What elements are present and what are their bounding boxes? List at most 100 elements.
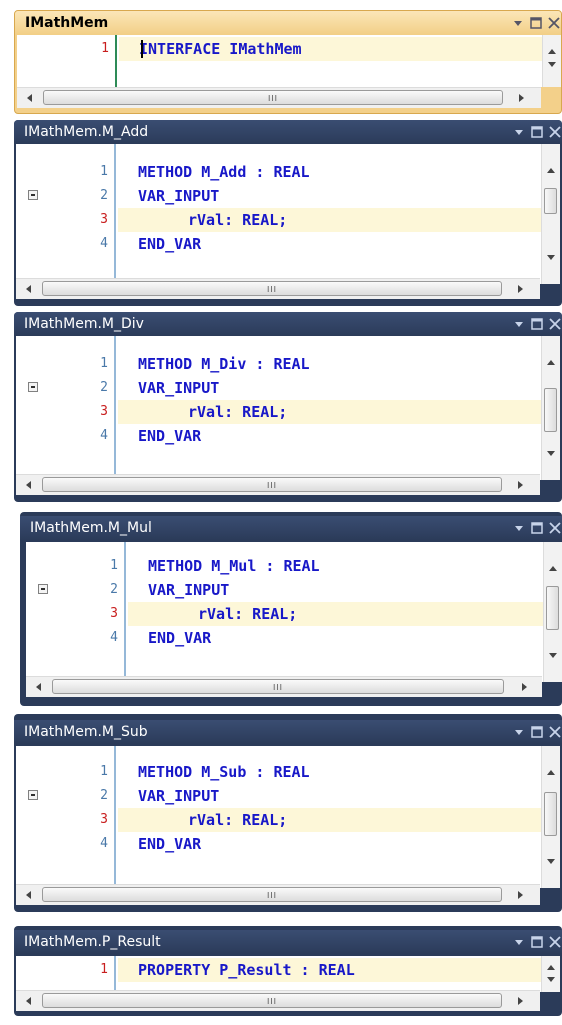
horizontal-scroll-thumb[interactable]: III bbox=[52, 679, 504, 694]
editor-panel-m-mul[interactable]: IMathMem.M_Mul 1 METHOD M_Mul : REAL 2 V… bbox=[20, 512, 562, 706]
code-line[interactable]: 4 END_VAR bbox=[16, 232, 560, 256]
horizontal-scroll-thumb[interactable]: III bbox=[42, 887, 502, 902]
scroll-down-icon[interactable] bbox=[542, 444, 560, 462]
code-text[interactable]: METHOD M_Add : REAL bbox=[118, 160, 560, 184]
code-line[interactable]: 3 rVal: REAL; bbox=[26, 602, 562, 626]
code-text[interactable]: PROPERTY P_Result : REAL bbox=[118, 958, 560, 982]
scroll-right-icon[interactable] bbox=[512, 885, 530, 905]
code-text[interactable]: rVal: REAL; bbox=[128, 602, 562, 626]
code-editor[interactable]: 1 METHOD M_Mul : REAL 2 VAR_INPUT 3 rVal… bbox=[26, 542, 562, 682]
scroll-down-icon[interactable] bbox=[544, 646, 562, 664]
code-text[interactable]: METHOD M_Sub : REAL bbox=[118, 760, 560, 784]
code-editor[interactable]: 1 METHOD M_Sub : REAL 2 VAR_INPUT 3 rVal… bbox=[16, 746, 560, 888]
code-editor[interactable]: 1 METHOD M_Div : REAL 2 VAR_INPUT 3 rVal… bbox=[16, 336, 560, 480]
code-text[interactable]: END_VAR bbox=[118, 832, 560, 856]
code-line[interactable]: 1 INTERFACE IMathMem bbox=[17, 37, 561, 61]
editor-panel-m-sub[interactable]: IMathMem.M_Sub 1 METHOD M_Sub : REAL 2 V… bbox=[14, 714, 562, 912]
panel-titlebar[interactable]: IMathMem.M_Add bbox=[14, 120, 562, 144]
code-text[interactable]: VAR_INPUT bbox=[118, 376, 560, 400]
dropdown-arrow-icon[interactable] bbox=[512, 724, 526, 740]
maximize-icon[interactable] bbox=[530, 316, 544, 332]
code-line[interactable]: 1 PROPERTY P_Result : REAL bbox=[16, 958, 560, 982]
scroll-left-icon[interactable] bbox=[30, 677, 48, 697]
maximize-icon[interactable] bbox=[530, 124, 544, 140]
code-line[interactable]: 4 END_VAR bbox=[26, 626, 562, 650]
code-text[interactable]: VAR_INPUT bbox=[128, 578, 562, 602]
close-icon[interactable] bbox=[548, 724, 562, 740]
maximize-icon[interactable] bbox=[530, 520, 544, 536]
maximize-icon[interactable] bbox=[529, 15, 543, 31]
scroll-down-icon[interactable] bbox=[543, 55, 561, 73]
code-editor[interactable]: 1 INTERFACE IMathMem bbox=[17, 35, 561, 87]
code-line[interactable]: 3 rVal: REAL; bbox=[16, 400, 560, 424]
vertical-scrollbar[interactable] bbox=[543, 542, 562, 682]
code-text[interactable]: METHOD M_Mul : REAL bbox=[128, 554, 562, 578]
code-text[interactable]: rVal: REAL; bbox=[118, 808, 560, 832]
collapse-minus-icon[interactable] bbox=[38, 584, 48, 594]
horizontal-scrollbar[interactable]: III bbox=[16, 278, 540, 299]
code-editor[interactable]: 1 PROPERTY P_Result : REAL bbox=[16, 956, 560, 992]
editor-panel-imathmem[interactable]: IMathMem 1 INTERFACE IMathMem III bbox=[14, 10, 562, 114]
close-icon[interactable] bbox=[548, 316, 562, 332]
maximize-icon[interactable] bbox=[530, 934, 544, 950]
code-text[interactable]: END_VAR bbox=[128, 626, 562, 650]
vertical-scroll-thumb[interactable] bbox=[544, 792, 557, 836]
horizontal-scroll-thumb[interactable]: III bbox=[42, 477, 502, 492]
code-line[interactable]: 3 rVal: REAL; bbox=[16, 808, 560, 832]
vertical-scrollbar[interactable] bbox=[541, 144, 560, 284]
scroll-up-icon[interactable] bbox=[542, 354, 560, 372]
vertical-scroll-thumb[interactable] bbox=[544, 188, 557, 214]
editor-panel-m-div[interactable]: IMathMem.M_Div 1 METHOD M_Div : REAL 2 V… bbox=[14, 312, 562, 502]
vertical-scrollbar[interactable] bbox=[541, 336, 560, 480]
horizontal-scrollbar[interactable]: III bbox=[17, 87, 541, 108]
code-line[interactable]: 1 METHOD M_Div : REAL bbox=[16, 352, 560, 376]
scroll-right-icon[interactable] bbox=[516, 677, 534, 697]
collapse-minus-icon[interactable] bbox=[28, 190, 38, 200]
panel-titlebar[interactable]: IMathMem.M_Div bbox=[14, 312, 562, 336]
vertical-scroll-thumb[interactable] bbox=[544, 388, 557, 432]
horizontal-scroll-thumb[interactable]: III bbox=[42, 281, 502, 296]
horizontal-scrollbar[interactable]: III bbox=[16, 990, 540, 1011]
dropdown-arrow-icon[interactable] bbox=[512, 124, 526, 140]
code-text[interactable]: VAR_INPUT bbox=[118, 784, 560, 808]
vertical-scroll-thumb[interactable] bbox=[546, 586, 559, 630]
scroll-right-icon[interactable] bbox=[512, 475, 530, 495]
vertical-scrollbar[interactable] bbox=[541, 956, 560, 992]
code-line[interactable]: 2 VAR_INPUT bbox=[16, 376, 560, 400]
close-icon[interactable] bbox=[548, 934, 562, 950]
scroll-up-icon[interactable] bbox=[542, 764, 560, 782]
scroll-down-icon[interactable] bbox=[542, 970, 560, 988]
scroll-left-icon[interactable] bbox=[20, 885, 38, 905]
scroll-up-icon[interactable] bbox=[542, 162, 560, 180]
code-editor[interactable]: 1 METHOD M_Add : REAL 2 VAR_INPUT 3 rVal… bbox=[16, 144, 560, 284]
close-icon[interactable] bbox=[548, 520, 562, 536]
scroll-left-icon[interactable] bbox=[20, 991, 38, 1011]
horizontal-scrollbar[interactable]: III bbox=[26, 676, 542, 697]
code-line[interactable]: 1 METHOD M_Add : REAL bbox=[16, 160, 560, 184]
collapse-minus-icon[interactable] bbox=[28, 382, 38, 392]
code-text[interactable]: VAR_INPUT bbox=[118, 184, 560, 208]
panel-titlebar[interactable]: IMathMem.M_Sub bbox=[14, 720, 562, 744]
horizontal-scrollbar[interactable]: III bbox=[16, 884, 540, 905]
panel-titlebar[interactable]: IMathMem.M_Mul bbox=[20, 516, 562, 540]
code-line[interactable]: 2 VAR_INPUT bbox=[16, 784, 560, 808]
horizontal-scroll-thumb[interactable]: III bbox=[43, 90, 503, 105]
code-line[interactable]: 3 rVal: REAL; bbox=[16, 208, 560, 232]
horizontal-scrollbar[interactable]: III bbox=[16, 474, 540, 495]
code-text[interactable]: METHOD M_Div : REAL bbox=[118, 352, 560, 376]
dropdown-arrow-icon[interactable] bbox=[511, 15, 525, 31]
panel-titlebar[interactable]: IMathMem bbox=[15, 11, 561, 35]
code-line[interactable]: 4 END_VAR bbox=[16, 424, 560, 448]
code-text[interactable]: END_VAR bbox=[118, 232, 560, 256]
dropdown-arrow-icon[interactable] bbox=[512, 520, 526, 536]
vertical-scrollbar[interactable] bbox=[542, 35, 561, 87]
maximize-icon[interactable] bbox=[530, 724, 544, 740]
dropdown-arrow-icon[interactable] bbox=[512, 316, 526, 332]
code-line[interactable]: 4 END_VAR bbox=[16, 832, 560, 856]
dropdown-arrow-icon[interactable] bbox=[512, 934, 526, 950]
editor-panel-p-result[interactable]: IMathMem.P_Result 1 PROPERTY P_Result : … bbox=[14, 926, 562, 1016]
panel-titlebar[interactable]: IMathMem.P_Result bbox=[14, 930, 562, 954]
code-text[interactable]: INTERFACE IMathMem bbox=[119, 37, 561, 61]
collapse-minus-icon[interactable] bbox=[28, 790, 38, 800]
scroll-right-icon[interactable] bbox=[513, 88, 531, 108]
